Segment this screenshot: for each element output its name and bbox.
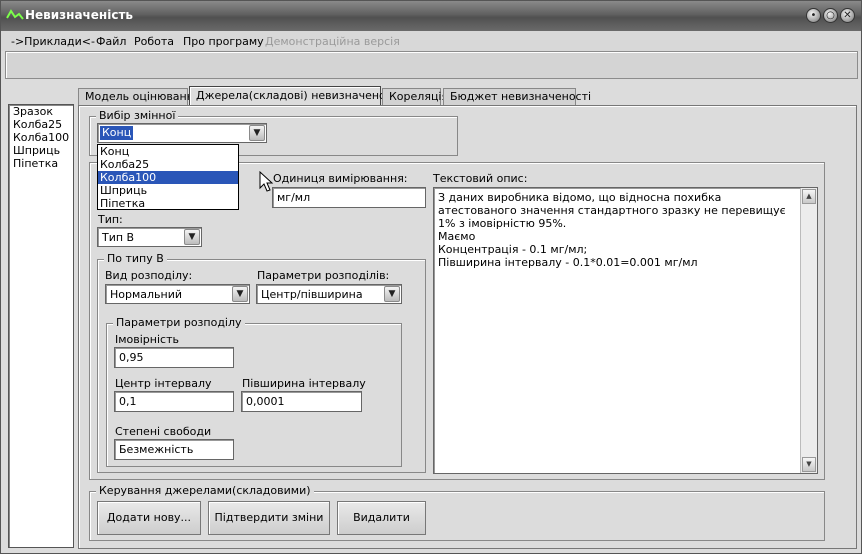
halfwidth-input[interactable]: 0,0001 xyxy=(241,391,362,412)
chevron-down-icon[interactable]: ▼ xyxy=(232,286,248,302)
dropdown-option[interactable]: Піпетка xyxy=(98,197,238,210)
scroll-up-icon[interactable]: ▲ xyxy=(802,189,816,204)
text-description-label: Текстовий опис: xyxy=(433,172,528,185)
unit-input[interactable]: мг/мл xyxy=(272,187,426,208)
list-item[interactable]: Піпетка xyxy=(9,157,73,170)
menu-examples[interactable]: ->Приклади<- xyxy=(11,35,95,48)
confirm-changes-button[interactable]: Підтвердити зміни xyxy=(208,501,330,535)
dropdown-option[interactable]: Колба25 xyxy=(98,158,238,171)
distribution-select-value: Нормальний xyxy=(110,288,183,301)
delete-source-button[interactable]: Видалити xyxy=(337,501,426,535)
halfwidth-label: Півширина інтервалу xyxy=(242,377,366,390)
menu-demo-version: Демонстраційна версія xyxy=(265,35,400,48)
text-line: Маємо xyxy=(438,230,476,243)
chevron-down-icon[interactable]: ▼ xyxy=(249,125,265,141)
text-line: Концентрація - 0.1 мг/мл; xyxy=(438,243,588,256)
type-b-legend: По типу В xyxy=(104,253,167,265)
menu-about[interactable]: Про програму xyxy=(183,35,264,48)
center-input[interactable]: 0,1 xyxy=(114,391,234,412)
type-label: Тип: xyxy=(98,213,123,226)
tab-budget[interactable]: Бюджет невизначеності xyxy=(443,88,591,105)
toolbar xyxy=(5,51,858,79)
type-select[interactable]: Тип В ▼ xyxy=(97,227,202,247)
dof-label: Степені свободи xyxy=(115,425,212,438)
app-logo-icon xyxy=(6,9,24,20)
probability-input[interactable]: 0,95 xyxy=(114,347,234,368)
text-description-content: З даних виробника відомо, що відносна по… xyxy=(438,191,800,269)
menu-bar: ->Приклади<- Файл Робота Про програму Де… xyxy=(1,31,861,51)
tab-model[interactable]: Модель оцінювання xyxy=(78,88,201,105)
distribution-select[interactable]: Нормальний ▼ xyxy=(105,284,250,304)
params-select[interactable]: Центр/півширина ▼ xyxy=(256,284,402,304)
unit-label: Одиниця вимірювання: xyxy=(273,172,408,185)
window-title: Невизначеність xyxy=(25,8,133,22)
dropdown-option-highlighted[interactable]: Колба100 xyxy=(98,171,238,184)
probability-label: Імовірність xyxy=(115,333,179,346)
chevron-down-icon[interactable]: ▼ xyxy=(184,229,200,245)
dropdown-option[interactable]: Конц xyxy=(98,145,238,158)
list-item[interactable]: Колба100 xyxy=(9,131,73,144)
tab-correlation[interactable]: Кореляція xyxy=(382,88,448,105)
params-label: Параметри розподілів: xyxy=(257,269,390,282)
params-select-value: Центр/півширина xyxy=(261,288,363,301)
distribution-label: Вид розподілу: xyxy=(105,269,193,282)
controls-legend: Керування джерелами(складовими) xyxy=(96,485,314,497)
variable-select-value: Конц xyxy=(100,126,134,140)
type-select-value: Тип В xyxy=(102,231,135,244)
maximize-icon[interactable]: ○ xyxy=(823,8,838,23)
text-line: З даних виробника відомо, що відносна по… xyxy=(438,191,790,230)
variable-select[interactable]: Конц ▼ xyxy=(97,123,267,143)
text-line: Півширина інтервалу - 0.1*0.01=0.001 мг/… xyxy=(438,256,698,269)
scroll-down-icon[interactable]: ▼ xyxy=(802,457,816,472)
menu-file[interactable]: Файл xyxy=(96,35,126,48)
source-list[interactable]: Зразок Колба25 Колба100 Шприць Піпетка xyxy=(8,104,74,548)
mouse-cursor-icon xyxy=(259,171,274,192)
variable-select-legend: Вибір змінної xyxy=(96,110,179,122)
close-icon[interactable]: ✕ xyxy=(840,8,855,23)
center-label: Центр інтервалу xyxy=(115,377,212,390)
text-description-area[interactable]: З даних виробника відомо, що відносна по… xyxy=(433,187,818,474)
dof-input[interactable]: Безмежність xyxy=(114,439,234,460)
vertical-scrollbar[interactable]: ▲ ▼ xyxy=(800,188,817,473)
tab-sources[interactable]: Джерела(складові) невизначеності xyxy=(189,86,401,106)
minimize-icon[interactable]: • xyxy=(806,8,821,23)
add-source-button[interactable]: Додати нову... xyxy=(97,501,201,535)
list-item[interactable]: Шприць xyxy=(9,144,73,157)
app-window: Невизначеність • ○ ✕ ->Приклади<- Файл Р… xyxy=(0,0,862,554)
list-item[interactable]: Зразок xyxy=(9,105,73,118)
dropdown-option[interactable]: Шприць xyxy=(98,184,238,197)
dist-params-legend: Параметри розподілу xyxy=(113,317,245,329)
title-bar[interactable]: Невизначеність • ○ ✕ xyxy=(1,1,861,31)
list-item[interactable]: Колба25 xyxy=(9,118,73,131)
menu-work[interactable]: Робота xyxy=(134,35,174,48)
variable-dropdown-list[interactable]: Конц Колба25 Колба100 Шприць Піпетка xyxy=(97,144,239,210)
chevron-down-icon[interactable]: ▼ xyxy=(384,286,400,302)
